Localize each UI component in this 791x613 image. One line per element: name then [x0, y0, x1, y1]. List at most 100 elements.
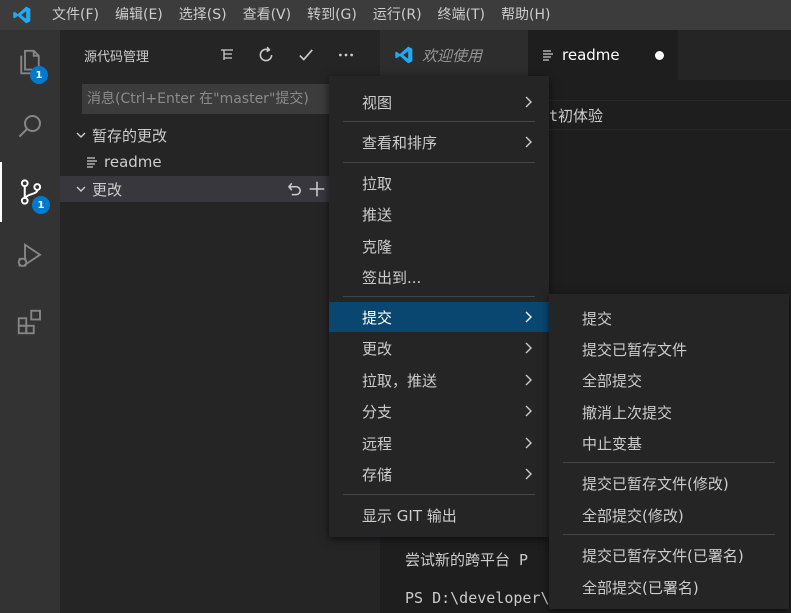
- run-debug-icon: [17, 242, 42, 267]
- chevron-down-icon: [70, 183, 92, 195]
- context-item-label: 推送: [362, 205, 393, 224]
- context-item-label: 签出到...: [362, 268, 422, 287]
- context-item-view-and-sort[interactable]: 查看和排序: [329, 127, 549, 157]
- menu-separator: [343, 494, 535, 495]
- submenu-item-label: 全部提交(修改): [582, 506, 684, 525]
- check-icon: [299, 49, 313, 61]
- context-item-branch[interactable]: 分支: [329, 396, 549, 426]
- activity-bar: 1 1: [0, 30, 60, 613]
- tab-welcome-label: 欢迎使用: [422, 46, 483, 65]
- scm-badge: 1: [32, 196, 50, 214]
- context-item-view[interactable]: 视图: [329, 87, 549, 117]
- vscode-logo-icon: [0, 0, 44, 30]
- submenu-item-commit[interactable]: 提交: [549, 303, 789, 333]
- context-item-stash[interactable]: 存储: [329, 459, 549, 489]
- context-item-commit[interactable]: 提交: [329, 302, 549, 332]
- file-lines-icon: [543, 50, 553, 61]
- staged-changes-label: 暂存的更改: [92, 126, 168, 145]
- activity-search[interactable]: [0, 96, 60, 156]
- explorer-badge: 1: [30, 66, 48, 84]
- menu-separator: [343, 162, 535, 163]
- activity-run-debug[interactable]: [0, 226, 60, 286]
- menu-edit[interactable]: 编辑(E): [107, 0, 171, 30]
- submenu-item-commit-all-amend[interactable]: 全部提交(修改): [549, 500, 789, 530]
- context-item-remote[interactable]: 远程: [329, 428, 549, 458]
- tab-readme[interactable]: readme: [528, 30, 678, 80]
- refresh-button[interactable]: [254, 43, 278, 67]
- chevron-right-icon: [525, 437, 532, 449]
- context-item-label: 拉取: [362, 174, 393, 193]
- chevron-right-icon: [525, 311, 532, 323]
- submenu-item-commit-staged[interactable]: 提交已暂存文件: [549, 334, 789, 364]
- chevron-right-icon: [525, 405, 532, 417]
- submenu-item-label: 撤消上次提交: [582, 403, 673, 422]
- submenu-item-label: 中止变基: [582, 434, 643, 453]
- context-item-label: 克隆: [362, 237, 393, 256]
- activity-extensions[interactable]: [0, 292, 60, 352]
- extensions-icon: [17, 309, 41, 335]
- chevron-right-icon: [525, 342, 532, 354]
- context-item-push[interactable]: 推送: [329, 199, 549, 229]
- context-item-checkout[interactable]: 签出到...: [329, 262, 549, 292]
- title-bar: 文件(F) 编辑(E) 选择(S) 查看(V) 转到(G) 运行(R) 终端(T…: [0, 0, 791, 30]
- menu-go[interactable]: 转到(G): [299, 0, 365, 30]
- context-item-label: 分支: [362, 402, 393, 421]
- tab-welcome[interactable]: 欢迎使用: [380, 30, 528, 80]
- changes-label: 更改: [92, 180, 123, 199]
- context-item-label: 拉取，推送: [362, 371, 438, 390]
- submenu-item-label: 全部提交(已署名): [582, 578, 699, 597]
- context-item-label: 存储: [362, 465, 393, 484]
- menu-terminal[interactable]: 终端(T): [430, 0, 493, 30]
- context-item-label: 视图: [362, 93, 393, 112]
- submenu-item-undo-last-commit[interactable]: 撤消上次提交: [549, 397, 789, 427]
- sidebar-header: 源代码管理: [60, 30, 380, 80]
- editor-line[interactable]: it初体验: [540, 105, 603, 126]
- context-item-show-git-output[interactable]: 显示 GIT 输出: [329, 500, 549, 530]
- tab-readme-label: readme: [562, 46, 620, 64]
- context-menu: 视图 查看和排序 拉取 推送 克隆 签出到... 提交 更改 拉取，推送 分支 …: [329, 76, 549, 537]
- vscode-logo-icon: [395, 46, 413, 64]
- activity-explorer[interactable]: 1: [0, 32, 60, 92]
- menu-separator: [563, 462, 775, 463]
- menu-run[interactable]: 运行(R): [365, 0, 430, 30]
- staged-file-name: readme: [104, 153, 162, 171]
- discard-all-button[interactable]: [285, 180, 303, 202]
- commit-button[interactable]: [294, 43, 318, 67]
- context-item-label: 显示 GIT 输出: [362, 506, 457, 525]
- commit-submenu: 提交 提交已暂存文件 全部提交 撤消上次提交 中止变基 提交已暂存文件(修改) …: [549, 294, 789, 609]
- commit-message-input[interactable]: 消息(Ctrl+Enter 在"master"提交): [82, 84, 332, 114]
- context-item-label: 更改: [362, 339, 393, 358]
- submenu-item-label: 提交已暂存文件: [582, 340, 688, 359]
- refresh-icon: [259, 46, 273, 62]
- context-item-label: 远程: [362, 434, 393, 453]
- more-actions-button[interactable]: [334, 43, 358, 67]
- menu-selection[interactable]: 选择(S): [171, 0, 235, 30]
- chevron-right-icon: [525, 374, 532, 386]
- submenu-item-commit-all-signed[interactable]: 全部提交(已署名): [549, 572, 789, 602]
- context-item-clone[interactable]: 克隆: [329, 231, 549, 261]
- editor-tabs: 欢迎使用 readme: [380, 30, 791, 80]
- context-item-pull[interactable]: 拉取: [329, 168, 549, 198]
- activity-source-control[interactable]: 1: [0, 162, 60, 222]
- context-item-pull-push[interactable]: 拉取，推送: [329, 365, 549, 395]
- stage-all-button[interactable]: [308, 180, 326, 202]
- plus-icon: [309, 181, 325, 197]
- submenu-item-commit-all[interactable]: 全部提交: [549, 365, 789, 395]
- chevron-right-icon: [525, 136, 532, 148]
- terminal-line: 尝试新的跨平台 P: [405, 551, 529, 569]
- menu-separator: [343, 296, 535, 297]
- submenu-item-abort-rebase[interactable]: 中止变基: [549, 428, 789, 458]
- submenu-item-label: 提交已暂存文件(已署名): [582, 546, 744, 565]
- file-lines-icon: [86, 156, 104, 168]
- context-item-changes[interactable]: 更改: [329, 333, 549, 363]
- list-tree-icon: [221, 49, 233, 60]
- unsaved-dot-icon[interactable]: [655, 50, 664, 60]
- menu-help[interactable]: 帮助(H): [493, 0, 558, 30]
- submenu-item-commit-staged-signed[interactable]: 提交已暂存文件(已署名): [549, 540, 789, 570]
- submenu-item-commit-staged-amend[interactable]: 提交已暂存文件(修改): [549, 468, 789, 498]
- tree-view-button[interactable]: [215, 43, 239, 67]
- menu-file[interactable]: 文件(F): [44, 0, 107, 30]
- menu-view[interactable]: 查看(V): [235, 0, 300, 30]
- terminal-prompt-line: PS D:\developer\: [405, 589, 550, 607]
- submenu-item-label: 全部提交: [582, 371, 643, 390]
